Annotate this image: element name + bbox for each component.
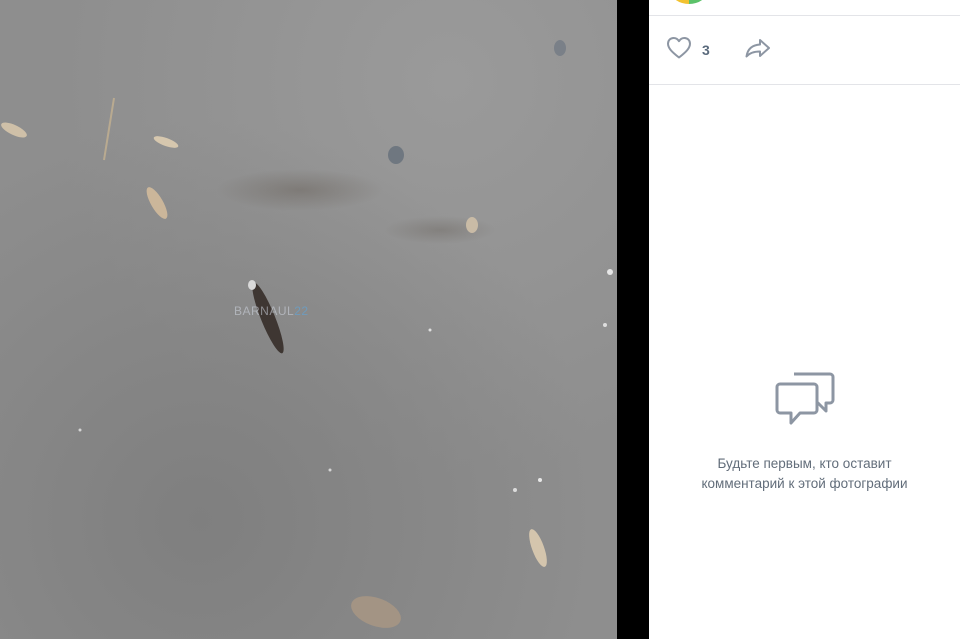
- watermark-main: BARNAUL: [234, 304, 295, 318]
- asphalt-photo-art: [1, 40, 613, 628]
- watermark-accent: 22: [294, 304, 309, 318]
- empty-comments-line-2: комментарий к этой фотографии: [701, 476, 908, 491]
- heart-icon: [666, 36, 692, 64]
- empty-comments-text: Будьте первым, кто оставит комментарий к…: [649, 454, 960, 494]
- action-bar: 3: [649, 16, 960, 85]
- like-count: 3: [702, 42, 710, 58]
- comment-bubbles-icon: [774, 370, 836, 432]
- side-panel: 3 Будьте первым, кто оставит комментарий…: [649, 0, 960, 639]
- empty-comments: Будьте первым, кто оставит комментарий к…: [649, 370, 960, 494]
- share-button[interactable]: [744, 37, 772, 63]
- author-header: [649, 0, 960, 16]
- photo-watermark: BARNAUL22: [234, 304, 309, 318]
- avatar[interactable]: [671, 0, 707, 4]
- like-button[interactable]: 3: [666, 36, 710, 64]
- photo-viewer: BARNAUL22 3 Будьте первым, кто оставит к…: [0, 0, 960, 639]
- photo[interactable]: BARNAUL22: [0, 0, 617, 639]
- share-arrow-icon: [744, 37, 772, 63]
- empty-comments-line-1: Будьте первым, кто оставит: [717, 456, 892, 471]
- viewer-backdrop: [617, 0, 649, 639]
